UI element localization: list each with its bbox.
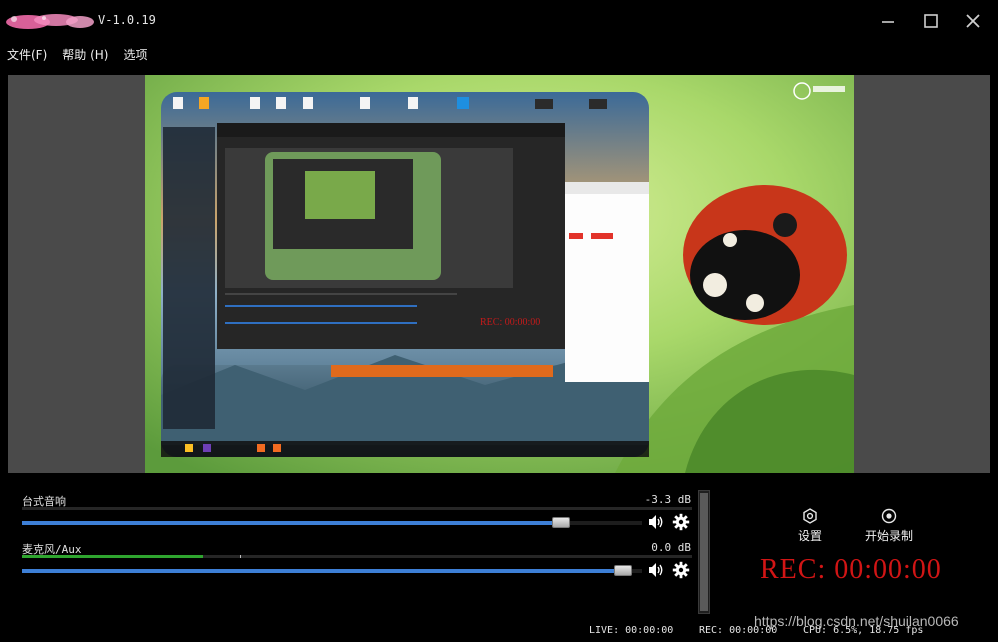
record-icon	[881, 508, 897, 524]
speaker-icon	[649, 563, 663, 577]
status-live: LIVE: 00:00:00	[589, 625, 674, 636]
meter-level	[22, 555, 203, 558]
mute-button[interactable]	[646, 560, 666, 580]
minimize-icon	[882, 21, 894, 23]
preview-image: REC: 00:00:00	[145, 75, 854, 473]
audio-scrollbar[interactable]	[698, 490, 710, 614]
speaker-icon	[649, 515, 663, 529]
settings-button[interactable]: 设置	[798, 508, 822, 544]
slider-thumb[interactable]	[552, 517, 571, 528]
gear-icon	[672, 513, 690, 531]
channel-settings-button[interactable]	[671, 560, 691, 580]
svg-text:REC: 00:00:00: REC: 00:00:00	[480, 317, 540, 328]
slider-fill	[22, 521, 562, 525]
gear-icon	[672, 561, 690, 579]
menu-options[interactable]: 选项	[116, 42, 155, 68]
live-preview[interactable]: REC: 00:00:00	[145, 75, 854, 473]
maximize-icon	[924, 14, 938, 28]
status-cpu: CPU: 6.5%, 18.75 fps	[803, 625, 924, 636]
preview-area: REC: 00:00:00	[8, 75, 990, 473]
app-version: V-1.0.19	[98, 13, 156, 27]
scrollbar-thumb[interactable]	[700, 493, 708, 611]
volume-meter	[22, 555, 692, 558]
menu-file[interactable]: 文件(F)	[0, 42, 55, 68]
channel-db: 0.0 dB	[651, 541, 691, 554]
slider-fill	[22, 569, 624, 573]
start-recording-button[interactable]: 开始录制	[865, 508, 913, 544]
settings-icon	[803, 508, 817, 524]
app-logo	[6, 14, 94, 29]
maximize-button[interactable]	[911, 6, 951, 36]
status-rec: REC: 00:00:00	[699, 625, 778, 636]
close-icon	[966, 14, 980, 28]
mute-button[interactable]	[646, 512, 666, 532]
title-bar: V-1.0.19	[0, 0, 998, 42]
channel-settings-button[interactable]	[671, 512, 691, 532]
volume-meter	[22, 507, 692, 510]
start-recording-label: 开始录制	[865, 529, 914, 543]
volume-slider[interactable]	[22, 517, 642, 528]
menu-help[interactable]: 帮助 (H)	[55, 42, 116, 68]
volume-slider[interactable]	[22, 565, 642, 576]
rec-timer: REC: 00:00:00	[760, 554, 942, 585]
slider-thumb[interactable]	[614, 565, 633, 576]
settings-label: 设置	[798, 529, 823, 543]
channel-db: -3.3 dB	[644, 493, 691, 506]
peak-marker	[240, 555, 241, 558]
menu-bar: 文件(F) 帮助 (H) 选项	[0, 42, 998, 68]
control-panel: 台式音响 -3.3 dB 麦克风/Aux 0.0 dB 设置 开始录制 REC:…	[0, 474, 998, 642]
close-button[interactable]	[953, 6, 993, 36]
minimize-button[interactable]	[868, 6, 908, 36]
